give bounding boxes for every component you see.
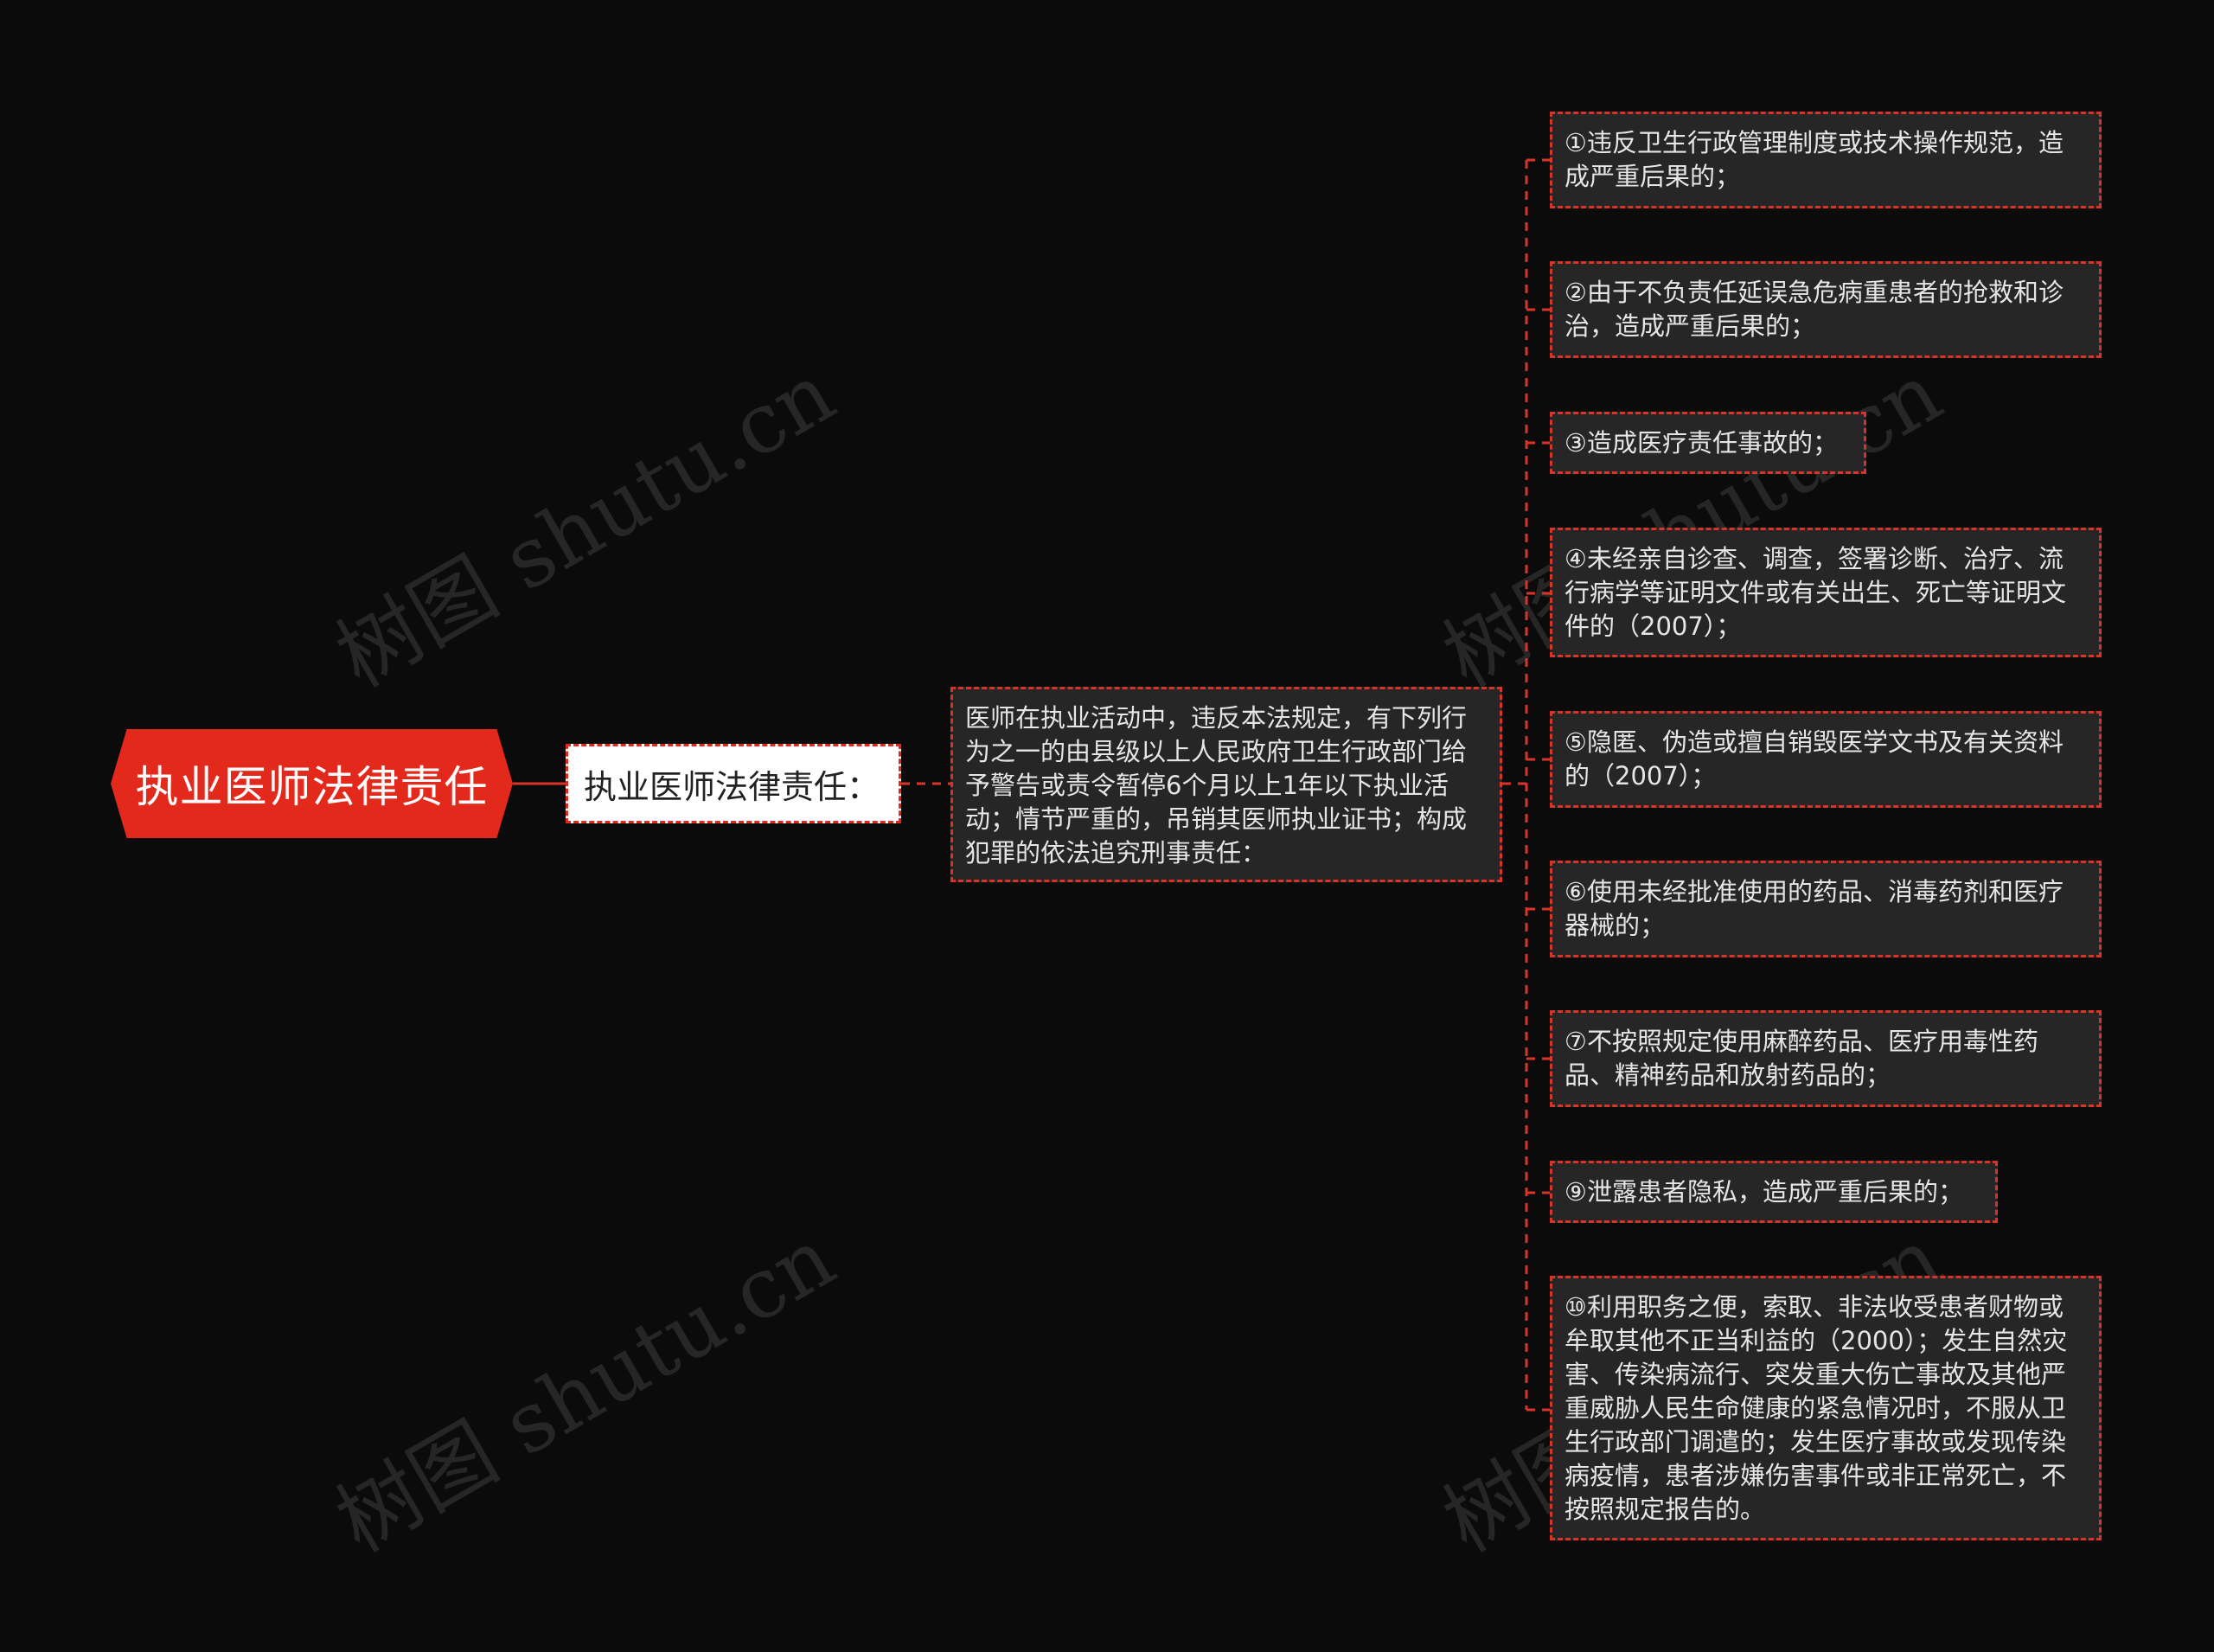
mindmap-canvas: 树图 shutu.cn 树图 shutu.cn 树图 shutu.cn 树图 s…: [0, 0, 2214, 1652]
leaf-node-text: ③造成医疗责任事故的；: [1565, 428, 1838, 458]
leaf-node-text: ⑤隐匿、伪造或擅自销毁医学文书及有关资料的（2007）；: [1565, 727, 2064, 791]
leaf-node-text: ④未经亲自诊查、调查，签署诊断、治疗、流行病学等证明文件或有关出生、死亡等证明文…: [1565, 544, 2067, 641]
leaf-node-2[interactable]: ②由于不负责任延误急危病重患者的抢救和诊治，造成严重后果的；: [1550, 261, 2102, 358]
leaf-node-10[interactable]: ⑩利用职务之便，索取、非法收受患者财物或牟取其他不正当利益的（2000）；发生自…: [1550, 1276, 2102, 1540]
root-node[interactable]: 执业医师法律责任: [111, 729, 513, 838]
leaf-node-5[interactable]: ⑤隐匿、伪造或擅自销毁医学文书及有关资料的（2007）；: [1550, 711, 2102, 808]
leaf-node-4[interactable]: ④未经亲自诊查、调查，签署诊断、治疗、流行病学等证明文件或有关出生、死亡等证明文…: [1550, 528, 2102, 657]
leaf-node-text: ⑩利用职务之便，索取、非法收受患者财物或牟取其他不正当利益的（2000）；发生自…: [1565, 1292, 2068, 1524]
topic-node-label: 执业医师法律责任：: [584, 767, 880, 806]
leaf-node-1[interactable]: ①违反卫生行政管理制度或技术操作规范，造成严重后果的；: [1550, 112, 2102, 208]
leaf-node-text: ⑦不按照规定使用麻醉药品、医疗用毒性药品、精神药品和放射药品的；: [1565, 1027, 2038, 1090]
topic-node-text: 医师在执业活动中，违反本法规定，有下列行为之一的由县级以上人民政府卫生行政部门给…: [965, 703, 1468, 868]
leaf-node-text: ⑨泄露患者隐私，造成严重后果的；: [1565, 1177, 1963, 1207]
leaf-node-7[interactable]: ⑦不按照规定使用麻醉药品、医疗用毒性药品、精神药品和放射药品的；: [1550, 1010, 2102, 1107]
watermark: 树图 shutu.cn: [321, 344, 850, 707]
root-node-label: 执业医师法律责任: [135, 762, 489, 812]
leaf-node-6[interactable]: ⑥使用未经批准使用的药品、消毒药剂和医疗器械的；: [1550, 861, 2102, 957]
leaf-node-9[interactable]: ⑨泄露患者隐私，造成严重后果的；: [1550, 1161, 1998, 1223]
topic-node-level2[interactable]: 医师在执业活动中，违反本法规定，有下列行为之一的由县级以上人民政府卫生行政部门给…: [950, 687, 1502, 882]
leaf-node-text: ②由于不负责任延误急危病重患者的抢救和诊治，造成严重后果的；: [1565, 278, 2064, 341]
leaf-node-3[interactable]: ③造成医疗责任事故的；: [1550, 412, 1866, 474]
watermark: 树图 shutu.cn: [321, 1209, 850, 1572]
leaf-node-text: ⑥使用未经批准使用的药品、消毒药剂和医疗器械的；: [1565, 877, 2064, 940]
leaf-node-text: ①违反卫生行政管理制度或技术操作规范，造成严重后果的；: [1565, 128, 2064, 191]
topic-node-level1[interactable]: 执业医师法律责任：: [566, 744, 901, 823]
